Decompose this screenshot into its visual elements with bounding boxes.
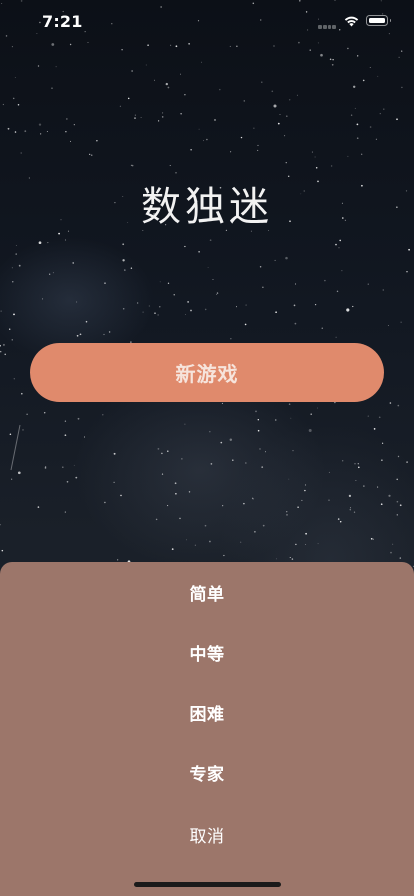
app-title: 数独迷 — [141, 184, 273, 230]
new-game-button[interactable]: 新游戏 — [30, 343, 384, 402]
difficulty-option-expert[interactable]: 专家 — [0, 752, 414, 792]
cellular-icon — [318, 25, 336, 29]
wifi-icon — [344, 16, 359, 27]
battery-icon — [366, 15, 391, 26]
status-bar: 7:21 — [0, 0, 414, 44]
difficulty-option-medium[interactable]: 中等 — [0, 632, 414, 672]
status-time: 7:21 — [42, 12, 83, 31]
home-indicator[interactable] — [134, 882, 281, 887]
cancel-button[interactable]: 取消 — [0, 814, 414, 854]
difficulty-action-sheet: 简单 中等 困难 专家 取消 — [0, 562, 414, 896]
difficulty-option-easy[interactable]: 简单 — [0, 572, 414, 612]
app-screen: 7:21 数独迷 新游戏 简单 中等 困难 专家 取消 — [0, 0, 414, 896]
difficulty-option-hard[interactable]: 困难 — [0, 692, 414, 732]
